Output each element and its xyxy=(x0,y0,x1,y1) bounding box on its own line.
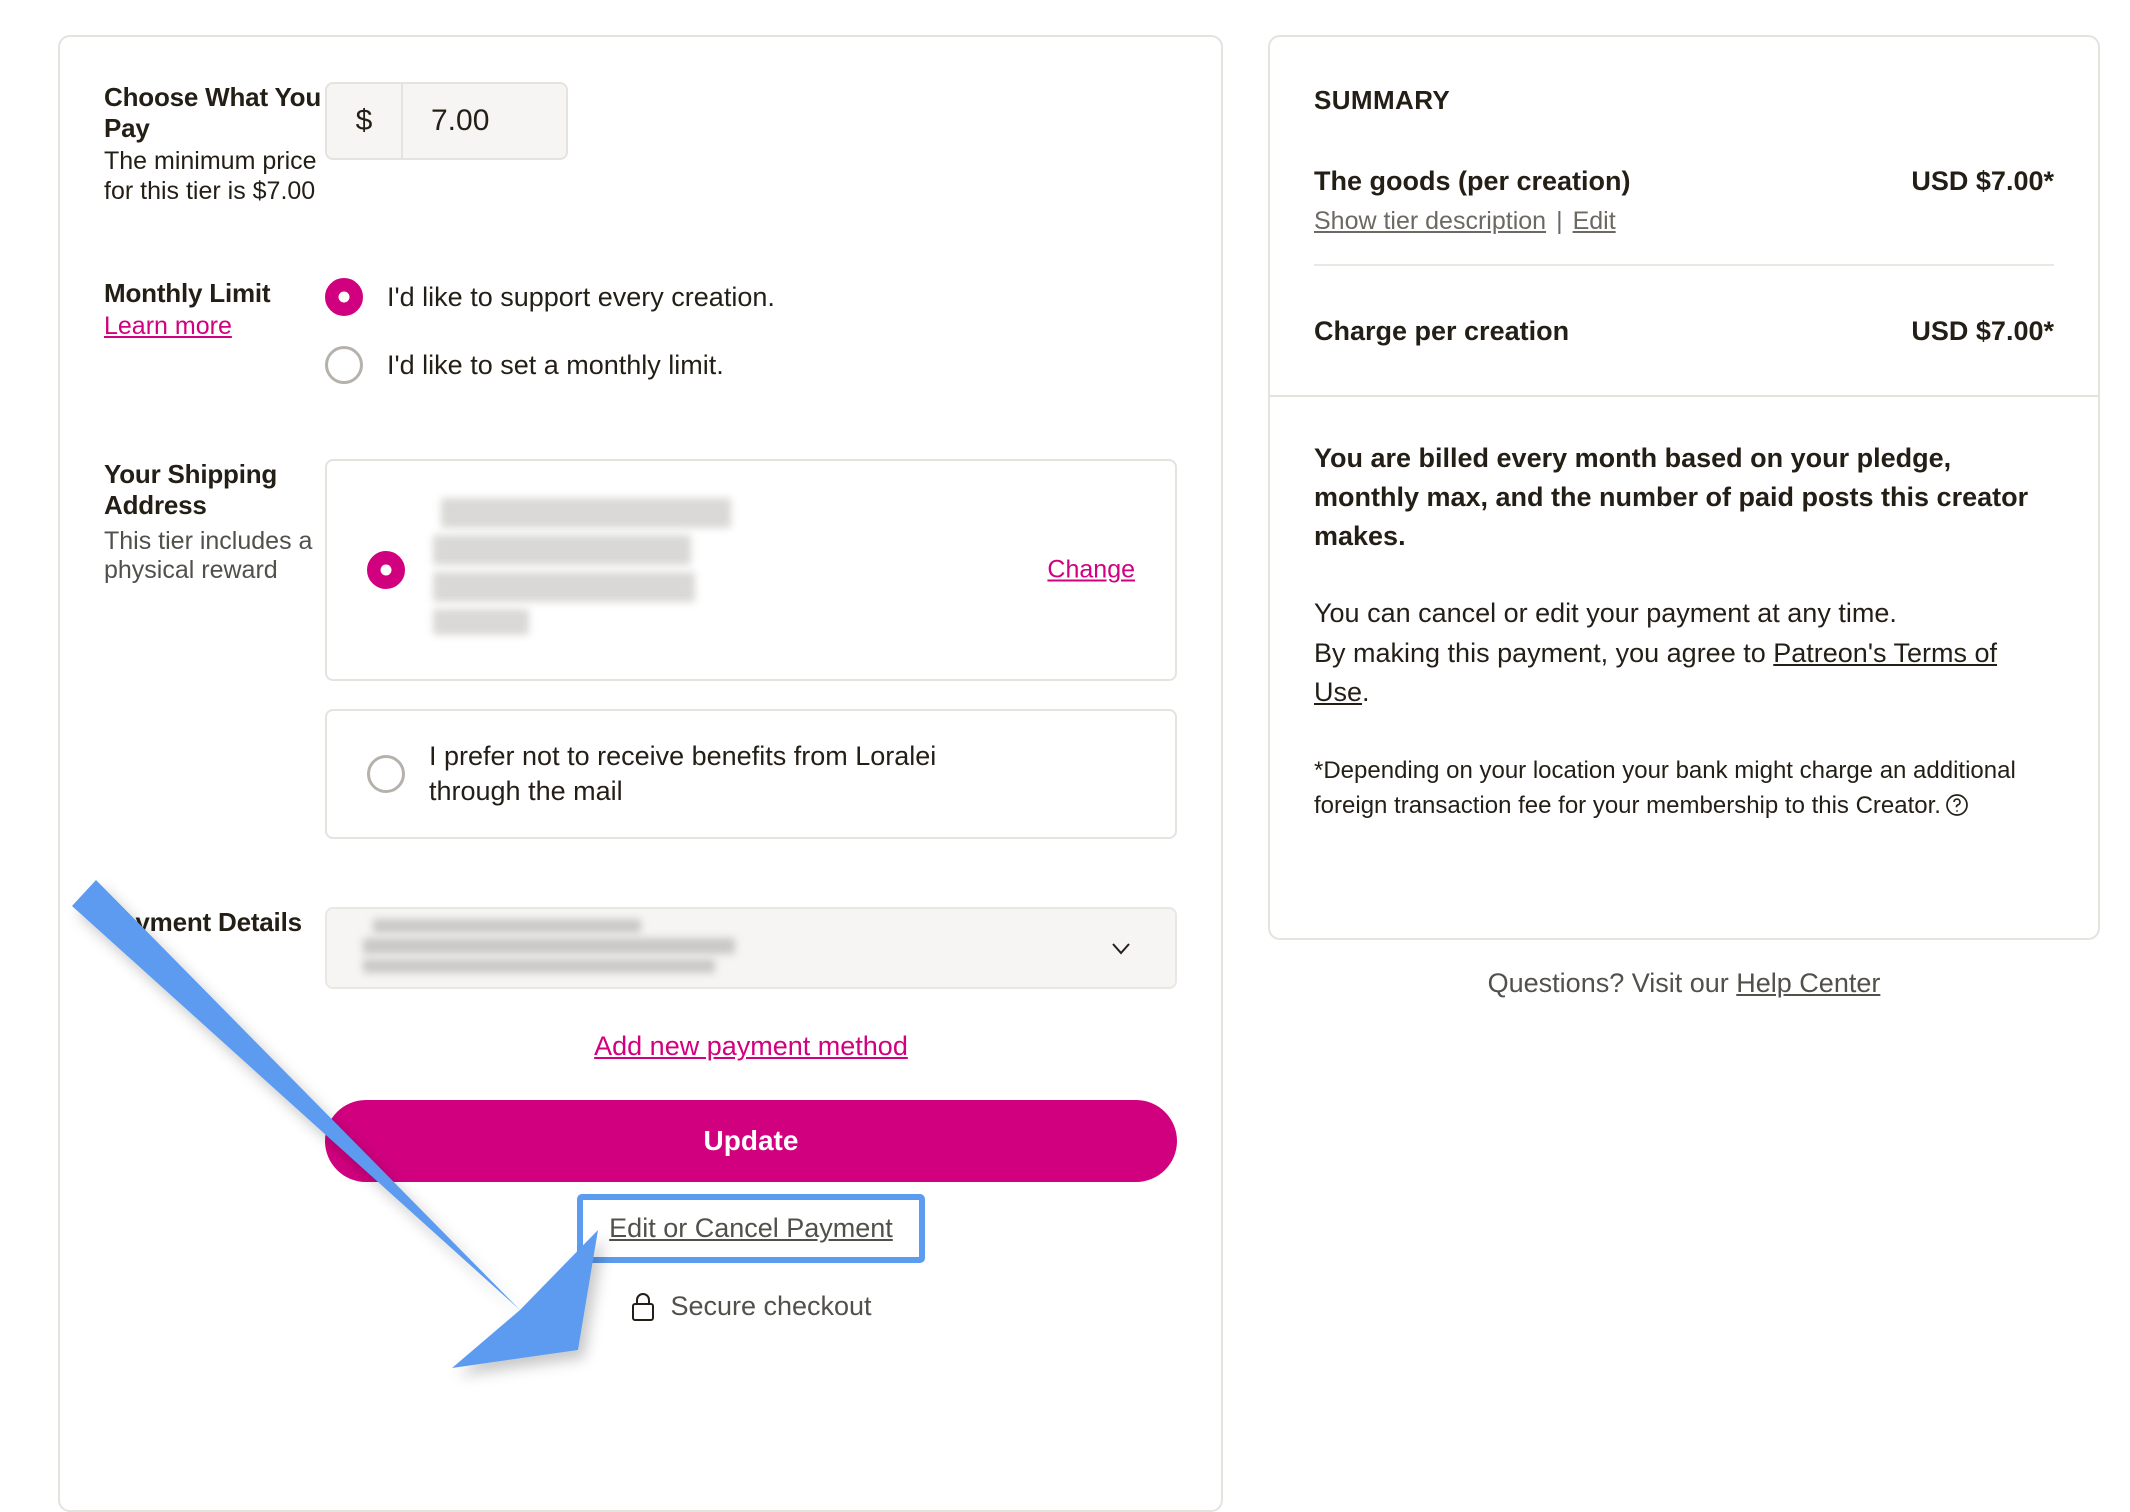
links-separator: | xyxy=(1556,207,1563,235)
cancel-note: You can cancel or edit your payment at a… xyxy=(1314,594,2054,711)
cancel-note-line2-suffix: . xyxy=(1362,676,1370,707)
shipping-label-column: Your Shipping Address This tier includes… xyxy=(60,459,325,585)
summary-billing-section: You are billed every month based on your… xyxy=(1270,439,2098,823)
currency-symbol: $ xyxy=(327,84,403,158)
choose-what-you-pay-title: Choose What You Pay xyxy=(104,82,322,143)
cancel-note-line2-prefix: By making this payment, you agree to xyxy=(1314,637,1774,668)
summary-charge-price: USD $7.00* xyxy=(1911,316,2054,346)
change-address-link[interactable]: Change xyxy=(1047,556,1135,585)
help-prefix: Questions? Visit our xyxy=(1487,968,1737,998)
shipping-address-section: Your Shipping Address This tier includes… xyxy=(60,459,1221,840)
radio-label-support-every-creation: I'd like to support every creation. xyxy=(387,281,775,312)
pledge-amount-field[interactable]: $ xyxy=(325,82,568,160)
summary-line-item-goods: The goods (per creation) USD $7.00* xyxy=(1314,166,2054,197)
edit-tier-link[interactable]: Edit xyxy=(1573,207,1616,235)
radio-option-support-every-creation[interactable]: I'd like to support every creation. xyxy=(325,278,1177,317)
monthly-limit-label-column: Monthly Limit Learn more xyxy=(60,278,325,341)
cancel-note-line1: You can cancel or edit your payment at a… xyxy=(1314,598,1897,629)
address-redacted-block xyxy=(433,498,731,642)
billing-note-bold: You are billed every month based on your… xyxy=(1314,443,2029,552)
radio-icon-no-mail[interactable] xyxy=(367,755,405,794)
no-mail-option[interactable]: I prefer not to receive benefits from Lo… xyxy=(325,709,1177,840)
summary-divider xyxy=(1314,264,2054,266)
monthly-limit-section: Monthly Limit Learn more I'd like to sup… xyxy=(60,278,1221,414)
radio-label-set-monthly-limit: I'd like to set a monthly limit. xyxy=(387,349,724,380)
summary-item-name: The goods (per creation) xyxy=(1314,166,1631,196)
amount-label-column: Choose What You Pay The minimum price fo… xyxy=(60,82,325,206)
edit-or-cancel-wrapper: Edit or Cancel Payment xyxy=(325,1194,1177,1264)
summary-item-price: USD $7.00* xyxy=(1911,166,2054,196)
monthly-limit-title: Monthly Limit xyxy=(104,278,271,309)
shipping-address-option[interactable]: Change xyxy=(325,459,1177,682)
radio-icon-address-selected[interactable] xyxy=(367,551,405,590)
payment-method-redacted xyxy=(363,918,735,978)
payment-field-column: Add new payment method Update Edit or Ca… xyxy=(325,907,1221,1322)
summary-section-divider xyxy=(1270,395,2098,397)
lock-icon xyxy=(632,1292,655,1321)
radio-icon-unselected[interactable] xyxy=(325,346,363,385)
summary-top-section: SUMMARY The goods (per creation) USD $7.… xyxy=(1270,37,2098,347)
secure-checkout-label: Secure checkout xyxy=(670,1291,872,1322)
help-center-link[interactable]: Help Center xyxy=(1736,968,1880,998)
add-new-payment-method-link[interactable]: Add new payment method xyxy=(325,1031,1177,1062)
update-button[interactable]: Update xyxy=(325,1100,1177,1183)
monthly-limit-options: I'd like to support every creation. I'd … xyxy=(325,278,1221,414)
shipping-field-column: Change I prefer not to receive benefits … xyxy=(325,459,1221,840)
minimum-price-description: The minimum price for this tier is $7.00 xyxy=(104,147,317,205)
no-mail-label: I prefer not to receive benefits from Lo… xyxy=(429,740,937,807)
help-center-line: Questions? Visit our Help Center xyxy=(1268,968,2100,999)
show-tier-description-link[interactable]: Show tier description xyxy=(1314,207,1546,235)
question-circle-icon[interactable] xyxy=(1945,793,1969,817)
annotation-highlight-box: Edit or Cancel Payment xyxy=(577,1194,925,1264)
summary-line-item-charge: Charge per creation USD $7.00* xyxy=(1314,316,2054,347)
learn-more-link[interactable]: Learn more xyxy=(104,312,232,342)
amount-field-column: $ xyxy=(325,82,1221,160)
payment-label-column: Payment Details xyxy=(60,907,325,938)
choose-what-you-pay-section: Choose What You Pay The minimum price fo… xyxy=(60,82,1221,206)
shipping-address-description: This tier includes a physical reward xyxy=(104,526,313,585)
payment-details-title: Payment Details xyxy=(104,907,302,938)
summary-title: SUMMARY xyxy=(1314,85,1451,115)
amount-input[interactable] xyxy=(403,84,566,158)
chevron-down-icon xyxy=(1112,943,1130,955)
secure-checkout-note: Secure checkout xyxy=(325,1291,1177,1322)
footnote-text: *Depending on your location your bank mi… xyxy=(1314,756,2016,819)
summary-item-links: Show tier description | Edit xyxy=(1314,207,2054,236)
summary-charge-name: Charge per creation xyxy=(1314,316,1570,346)
payment-details-section: Payment Details Add new payment method U… xyxy=(60,907,1221,1322)
payment-method-select[interactable] xyxy=(325,907,1177,990)
edit-or-cancel-payment-link[interactable]: Edit or Cancel Payment xyxy=(609,1213,893,1243)
summary-card: SUMMARY The goods (per creation) USD $7.… xyxy=(1268,35,2100,940)
checkout-card: Choose What You Pay The minimum price fo… xyxy=(58,35,1223,1512)
foreign-fee-footnote: *Depending on your location your bank mi… xyxy=(1314,754,2054,824)
radio-icon-selected[interactable] xyxy=(325,278,363,317)
shipping-address-title: Your Shipping Address xyxy=(104,459,278,521)
checkout-page: Choose What You Pay The minimum price fo… xyxy=(0,0,2130,1512)
radio-option-set-monthly-limit[interactable]: I'd like to set a monthly limit. xyxy=(325,346,1177,385)
